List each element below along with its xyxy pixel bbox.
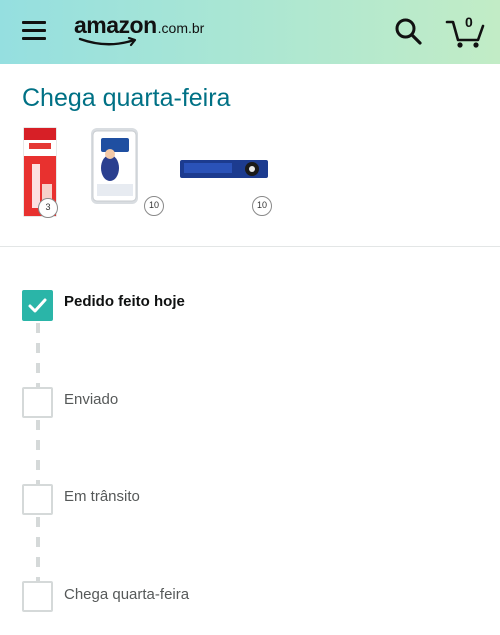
step-connector [36,517,40,583]
qty-badge: 10 [252,196,272,216]
step-label-in-transit: Em trânsito [64,488,140,505]
product-thumb-cookie[interactable]: 10 [180,158,272,216]
section-divider [0,246,500,247]
step-label-arrives: Chega quarta-feira [64,586,190,603]
condensed-milk-can-image [91,128,138,204]
step-checkbox-ordered [22,290,53,321]
checkmark-icon [28,298,47,313]
step-checkbox-in-transit [22,484,53,515]
product-thumb-condensed-milk[interactable]: 10 [88,126,164,216]
logo-word: amazon [74,12,157,38]
step-connector [36,420,40,486]
qty-badge: 3 [38,198,58,218]
menu-icon[interactable] [22,20,46,40]
search-icon[interactable] [393,16,423,46]
logo-domain: .com.br [157,20,205,36]
product-thumb-milk[interactable]: 3 [22,124,58,218]
cookie-package-image [180,160,268,178]
step-label-shipped: Enviado [64,391,119,408]
cart-count: 0 [465,14,473,30]
cart-button[interactable]: 0 [445,12,485,50]
smile-arrow-icon [78,37,137,47]
step-checkbox-arrives [22,581,53,612]
step-checkbox-shipped [22,387,53,418]
step-label-ordered: Pedido feito hoje [64,293,185,310]
top-header: amazon.com.br 0 [0,0,500,64]
amazon-logo[interactable]: amazon.com.br [74,12,204,48]
delivery-title: Chega quarta-feira [22,84,231,112]
step-connector [36,323,40,389]
qty-badge: 10 [144,196,164,216]
